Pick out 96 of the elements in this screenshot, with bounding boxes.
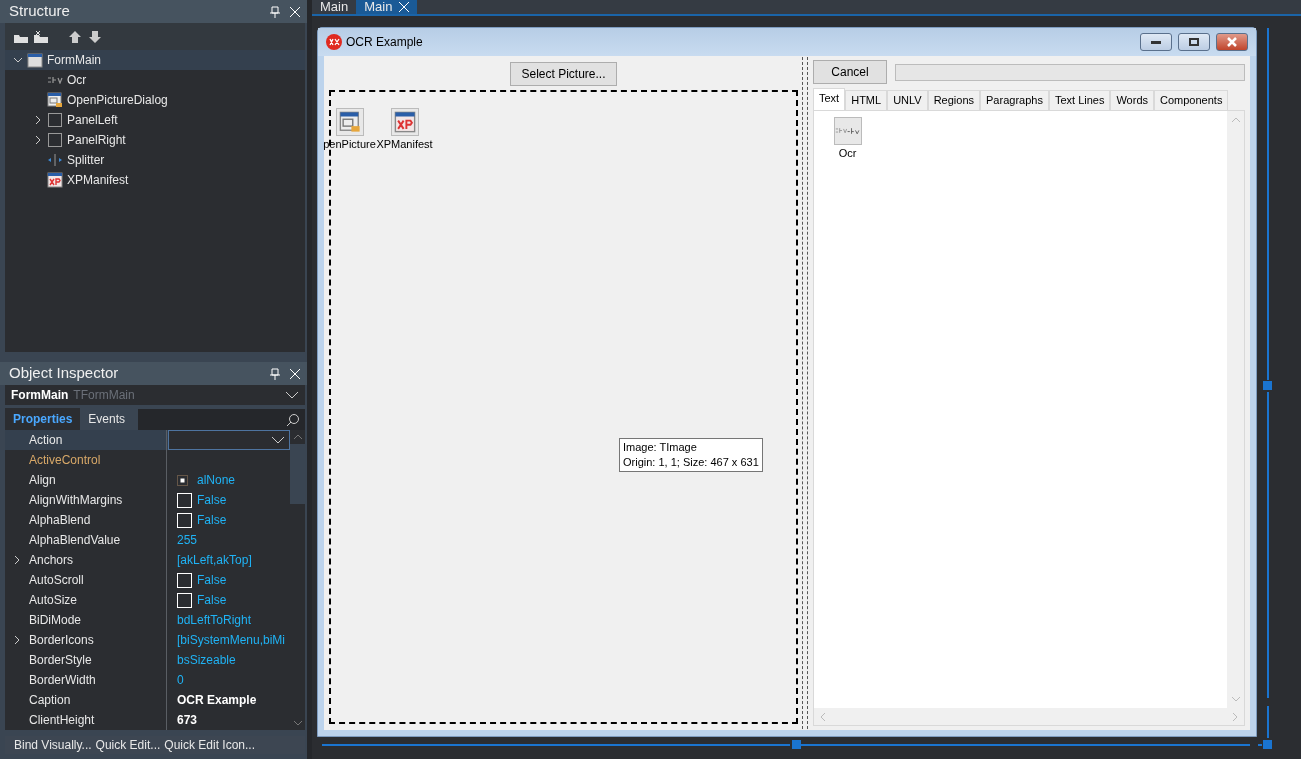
inspector-tab[interactable]: Properties	[5, 408, 81, 430]
property-name: AlignWithMargins	[29, 492, 123, 509]
property-value: bsSizeable	[177, 652, 236, 669]
select-picture-button[interactable]: Select Picture...	[510, 62, 617, 86]
tab[interactable]: HTML	[845, 90, 888, 110]
expand-chevron-icon[interactable]	[12, 555, 22, 565]
component-label: penPicture	[323, 137, 376, 152]
property-value: False	[197, 492, 227, 509]
window-title: OCR Example	[346, 34, 423, 51]
property-name: AutoScroll	[29, 572, 84, 589]
tab[interactable]: Words	[1110, 90, 1155, 110]
tab[interactable]: UNLV	[887, 90, 928, 110]
close-icon[interactable]	[399, 2, 410, 12]
property-name: Caption	[29, 692, 71, 709]
property-name: Align	[29, 472, 56, 489]
tab[interactable]: Text	[813, 88, 846, 110]
expand-chevron-icon[interactable]	[12, 635, 22, 645]
property-value: bdLeftToRight	[177, 612, 252, 629]
property-name: ClientHeight	[29, 712, 95, 729]
panel-title: Object Inspector	[9, 363, 120, 384]
pin-icon[interactable]	[269, 367, 281, 380]
property-name: AutoSize	[29, 592, 78, 609]
panel-title: Structure	[9, 1, 71, 22]
component-icon[interactable]	[390, 108, 419, 136]
property-value: False	[197, 572, 227, 589]
editor-tab[interactable]: Main	[312, 0, 357, 14]
tree-item[interactable]: FormMain	[5, 50, 305, 70]
tooltip: Image: TImage Origin: 1, 1; Size: 467 x 631	[619, 438, 763, 472]
action-link[interactable]: Bind Visually...	[14, 736, 92, 754]
property-name: Anchors	[29, 552, 74, 569]
down-arrow-icon[interactable]	[87, 29, 103, 44]
dropdown-field[interactable]	[168, 430, 290, 450]
property-value: 673	[177, 712, 198, 729]
close-icon[interactable]	[289, 5, 301, 18]
property-value: False	[197, 512, 227, 529]
close-button[interactable]	[1216, 33, 1248, 51]
tab[interactable]: Text Lines	[1048, 90, 1111, 110]
tree-item[interactable]: OpenPictureDialog	[5, 90, 305, 110]
up-arrow-icon[interactable]	[67, 29, 83, 44]
search-icon[interactable]	[286, 412, 300, 427]
component-label: Ocr	[838, 145, 857, 161]
splitter-icon	[47, 152, 63, 168]
component-icon[interactable]	[335, 108, 364, 136]
tree-item[interactable]: Splitter	[5, 150, 305, 170]
maximize-button[interactable]	[1178, 33, 1210, 51]
property-value: 0	[177, 672, 184, 689]
editor-tab[interactable]: Main	[356, 0, 418, 14]
property-value: OCR Example	[177, 692, 257, 709]
property-value: alNone	[197, 472, 236, 489]
minimize-icon	[1151, 40, 1161, 44]
tab[interactable]: Paragraphs	[980, 90, 1049, 110]
pin-icon[interactable]	[269, 5, 281, 18]
property-name: AlphaBlend	[29, 512, 91, 529]
tree-item[interactable]: XPManifest	[5, 170, 305, 190]
xp-icon	[47, 172, 63, 188]
window-icon	[27, 52, 43, 68]
tab[interactable]: Components	[1154, 90, 1229, 110]
property-name: BorderStyle	[29, 652, 92, 669]
property-value: [biSystemMenu,biMi	[177, 632, 286, 649]
checkbox[interactable]	[177, 492, 192, 508]
property-name: ActiveControl	[29, 452, 101, 469]
property-value: 255	[177, 532, 198, 549]
splitter[interactable]	[802, 57, 808, 729]
maximize-icon	[1189, 38, 1199, 46]
panel-icon	[47, 112, 63, 128]
tree-item[interactable]: Ocr	[5, 70, 305, 90]
folder-icon[interactable]	[33, 29, 49, 44]
tree-item[interactable]: PanelLeft	[5, 110, 305, 130]
text-icon	[47, 76, 63, 84]
property-name: AlphaBlendValue	[29, 532, 121, 549]
search-field[interactable]	[138, 409, 305, 430]
close-icon	[1226, 37, 1238, 47]
minimize-button[interactable]	[1140, 33, 1172, 51]
property-name: BiDiMode	[29, 612, 82, 629]
component-label: XPManifest	[376, 137, 433, 152]
tab[interactable]: Regions	[927, 90, 981, 110]
checkbox[interactable]	[177, 592, 192, 608]
property-name: BorderWidth	[29, 672, 96, 689]
checkbox[interactable]	[177, 512, 192, 528]
action-link[interactable]: Quick Edit Icon...	[164, 736, 255, 754]
app-icon	[326, 34, 342, 50]
cancel-button[interactable]: Cancel	[813, 60, 887, 84]
scroll-thumb[interactable]	[290, 444, 305, 504]
property-name: Action	[29, 432, 63, 449]
align-icon	[177, 474, 188, 486]
close-icon[interactable]	[289, 367, 301, 380]
checkbox[interactable]	[177, 572, 192, 588]
inspector-tab[interactable]: Events	[80, 408, 134, 430]
property-value: [akLeft,akTop]	[177, 552, 252, 569]
collapse-chevron-icon[interactable]	[13, 55, 23, 65]
tree-item[interactable]: PanelRight	[5, 130, 305, 150]
property-name: BorderIcons	[29, 632, 94, 649]
panel-icon	[47, 132, 63, 148]
property-value: False	[197, 592, 227, 609]
action-link[interactable]: Quick Edit...	[95, 736, 161, 754]
dialog-icon	[47, 92, 63, 108]
